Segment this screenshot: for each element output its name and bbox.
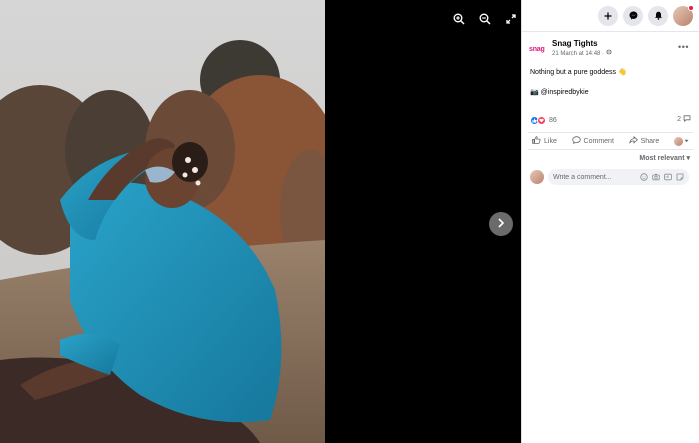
like-button[interactable]: Like [532,136,557,146]
plus-icon [604,7,612,25]
post-sidebar: snag Snag Tights 21 March at 14:48 · •••… [521,0,699,443]
comment-composer [522,169,699,185]
comment-sort-dropdown[interactable]: Most relevant ▾ [522,154,699,162]
reactions-count[interactable]: 86 [549,117,557,124]
emoji-icon[interactable] [640,173,648,181]
account-avatar[interactable] [673,4,694,26]
chevron-right-icon [497,215,505,233]
comments-count[interactable]: 2 [677,115,691,124]
camera-icon[interactable] [652,173,660,181]
top-navigation [522,0,699,32]
share-label: Share [640,137,660,145]
notification-dot [688,4,694,11]
gif-icon[interactable] [664,173,672,181]
caret-down-icon [684,138,689,145]
comment-button[interactable]: Comment [571,136,614,146]
create-button[interactable] [598,5,618,26]
more-options-button[interactable]: ••• [678,42,689,52]
next-photo-button[interactable] [489,212,513,236]
like-label: Like [544,137,557,145]
comment-label: Comment [583,137,614,145]
messenger-icon [629,7,638,25]
messenger-button[interactable] [623,5,643,26]
post-photo[interactable] [0,0,325,443]
post-actions: Like Comment Share [528,132,693,150]
avatar[interactable] [530,170,544,184]
post-timestamp[interactable]: 21 March at 14:48 · [552,49,612,59]
globe-icon [606,49,612,59]
photo-viewer [0,0,521,443]
post-header: snag Snag Tights 21 March at 14:48 · ••• [522,39,699,63]
share-icon [628,135,638,146]
comment-icon [571,136,581,146]
zoom-out-icon[interactable] [476,10,494,28]
post-caption: Nothing but a pure goddess 👋 📷 @inspired… [522,63,699,98]
caption-line-1: Nothing but a pure goddess 👋 [530,69,627,76]
viewer-toolbar [450,10,520,28]
comment-input[interactable] [553,173,633,181]
comments-count-text: 2 [677,116,681,123]
share-button[interactable]: Share [628,135,660,146]
comment-box[interactable] [548,169,689,185]
post-as-selector[interactable] [673,136,689,146]
caption-line-2[interactable]: 📷 @inspiredbykie [530,88,691,98]
notifications-button[interactable] [648,5,668,26]
avatar [673,136,683,146]
reactions-bar: 86 2 [522,114,699,126]
fullscreen-icon[interactable] [502,10,520,28]
sticker-icon[interactable] [676,173,684,181]
zoom-in-icon[interactable] [450,10,468,28]
post-date-text: 21 March at 14:48 · [552,50,605,57]
page-name[interactable]: Snag Tights [552,39,612,49]
speech-bubble-icon [683,115,691,124]
thumbs-up-icon [532,136,541,146]
love-reaction-icon [537,115,546,125]
notifications-icon [654,7,663,25]
page-logo[interactable]: snag [529,43,549,57]
